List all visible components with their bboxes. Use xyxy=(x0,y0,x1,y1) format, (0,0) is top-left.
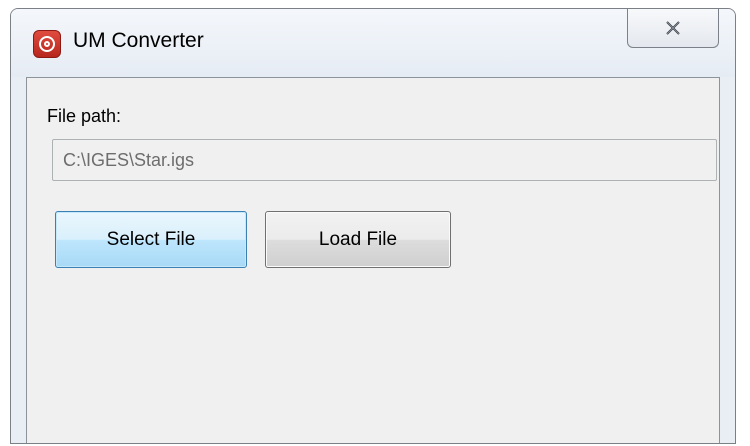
um-converter-window: UM Converter File path: Select File Load… xyxy=(10,8,736,444)
file-path-label: File path: xyxy=(47,106,122,126)
app-icon xyxy=(33,30,61,58)
select-file-button[interactable]: Select File xyxy=(55,211,247,268)
title-bar[interactable]: UM Converter xyxy=(11,9,735,77)
window-title: UM Converter xyxy=(73,29,204,52)
close-icon xyxy=(666,20,680,35)
file-path-field[interactable] xyxy=(52,139,717,181)
load-file-button[interactable]: Load File xyxy=(265,211,451,268)
close-button[interactable] xyxy=(627,9,719,48)
dialog-content-area: File path: Select File Load File xyxy=(26,77,720,443)
